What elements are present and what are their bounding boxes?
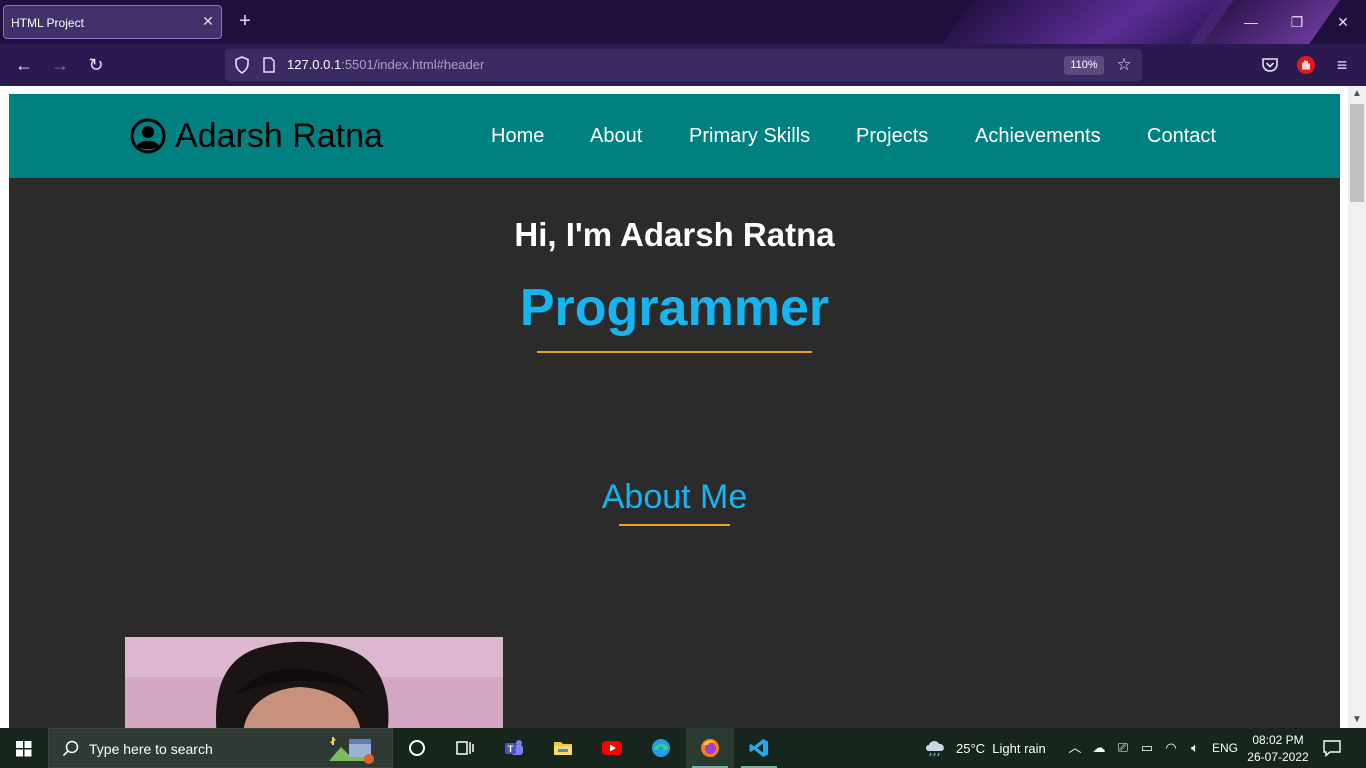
taskbar-search-box[interactable]: Type here to search: [48, 728, 393, 768]
task-view-button[interactable]: [441, 728, 489, 768]
address-bar[interactable]: 127.0.0.1:5501/index.html#header 110% ☆: [225, 49, 1142, 81]
url-text[interactable]: 127.0.0.1:5501/index.html#header: [287, 57, 484, 72]
cortana-icon: [409, 740, 425, 756]
extension-icon[interactable]: [1296, 55, 1316, 75]
nav-primary-skills[interactable]: Primary Skills: [689, 125, 810, 148]
weather-widget[interactable]: 25°C Light rain: [956, 741, 1046, 756]
scroll-up-arrow[interactable]: ▲: [1348, 86, 1366, 102]
new-tab-button[interactable]: +: [235, 10, 255, 32]
browser-navigation-bar: ← → ↻ 127.0.0.1:5501/index.html#header 1…: [0, 44, 1366, 86]
browser-tab-bar: HTML Project ✕ + — ❐ ✕: [0, 0, 1366, 44]
star-icon[interactable]: ☆: [1114, 55, 1134, 75]
pocket-icon[interactable]: [1261, 56, 1279, 74]
search-icon: [62, 740, 79, 757]
vscode-icon: [749, 739, 768, 757]
hero-underline: [537, 351, 812, 353]
forward-button[interactable]: →: [49, 54, 71, 76]
youtube-button[interactable]: [588, 728, 636, 768]
menu-icon[interactable]: ≡: [1331, 54, 1353, 76]
search-highlight-icon: [329, 737, 374, 764]
page-icon[interactable]: [263, 57, 275, 73]
firefox-icon: [701, 739, 719, 757]
profile-photo: [125, 637, 503, 728]
search-placeholder: Type here to search: [89, 741, 213, 757]
hero-greeting: Hi, I'm Adarsh Ratna: [514, 216, 835, 253]
restore-button[interactable]: ❐: [1282, 8, 1312, 36]
weather-temp: 25°C: [956, 741, 986, 756]
language-indicator[interactable]: ENG: [1212, 741, 1238, 755]
nav-projects[interactable]: Projects: [856, 125, 928, 148]
scroll-down-arrow[interactable]: ▼: [1348, 712, 1366, 728]
brand-logo[interactable]: Adarsh Ratna: [130, 116, 383, 156]
windows-taskbar: Type here to search T 25°C Light rain ︿ …: [0, 728, 1366, 768]
battery-icon[interactable]: ▭: [1138, 739, 1156, 757]
nav-contact[interactable]: Contact: [1147, 125, 1216, 148]
shield-icon[interactable]: [234, 56, 250, 74]
edge-icon: [652, 739, 670, 757]
clock-date: 26-07-2022: [1247, 750, 1309, 764]
vscode-button[interactable]: [735, 728, 783, 768]
page-viewport: Adarsh Ratna Home About Primary Skills P…: [0, 86, 1348, 728]
back-button[interactable]: ←: [13, 54, 35, 76]
tab-close-icon[interactable]: ✕: [200, 13, 216, 29]
scroll-thumb[interactable]: [1350, 104, 1364, 202]
volume-icon[interactable]: 🔈︎: [1186, 739, 1204, 757]
file-explorer-button[interactable]: [539, 728, 587, 768]
cortana-button[interactable]: [393, 728, 441, 768]
page-scrollbar[interactable]: ▲ ▼: [1348, 86, 1366, 728]
windows-start-icon[interactable]: [0, 728, 48, 768]
website: Adarsh Ratna Home About Primary Skills P…: [9, 94, 1340, 728]
user-circle-icon: [130, 118, 166, 154]
onedrive-cloud-icon[interactable]: ☁: [1090, 739, 1108, 757]
reload-button[interactable]: ↻: [85, 54, 107, 76]
nav-about[interactable]: About: [590, 125, 642, 148]
teams-button[interactable]: T: [490, 728, 538, 768]
nav-home[interactable]: Home: [491, 125, 544, 148]
tab-title: HTML Project: [11, 16, 84, 30]
file-explorer-icon: [554, 742, 572, 755]
about-underline: [619, 524, 730, 526]
url-host: 127.0.0.1: [287, 57, 342, 72]
wifi-icon[interactable]: ◠: [1162, 739, 1180, 757]
task-view-icon: [456, 741, 474, 755]
edge-button[interactable]: [637, 728, 685, 768]
system-clock[interactable]: 08:02 PM 26-07-2022: [1244, 732, 1312, 766]
url-path: :5501/index.html#header: [341, 57, 485, 72]
show-hidden-icons-chevron[interactable]: ︿: [1066, 739, 1084, 757]
minimize-button[interactable]: —: [1236, 8, 1266, 36]
close-window-button[interactable]: ✕: [1328, 8, 1358, 36]
cloud-rain-icon[interactable]: [924, 738, 948, 758]
hero-role: Programmer: [519, 279, 830, 337]
brand-name: Adarsh Ratna: [175, 116, 383, 155]
nav-achievements[interactable]: Achievements: [975, 125, 1101, 148]
zoom-level-button[interactable]: 110%: [1064, 56, 1104, 75]
firefox-button[interactable]: [686, 728, 734, 768]
browser-tab[interactable]: HTML Project ✕: [3, 5, 222, 39]
site-header: Adarsh Ratna Home About Primary Skills P…: [9, 94, 1340, 178]
weather-desc: Light rain: [992, 741, 1046, 756]
about-heading: About Me: [601, 478, 748, 516]
svg-text:T: T: [508, 744, 514, 754]
meet-now-icon[interactable]: ⎚: [1114, 739, 1132, 757]
teams-icon: T: [505, 740, 523, 755]
notification-icon[interactable]: [1322, 739, 1342, 757]
youtube-icon: [602, 741, 622, 755]
clock-time: 08:02 PM: [1252, 733, 1304, 747]
